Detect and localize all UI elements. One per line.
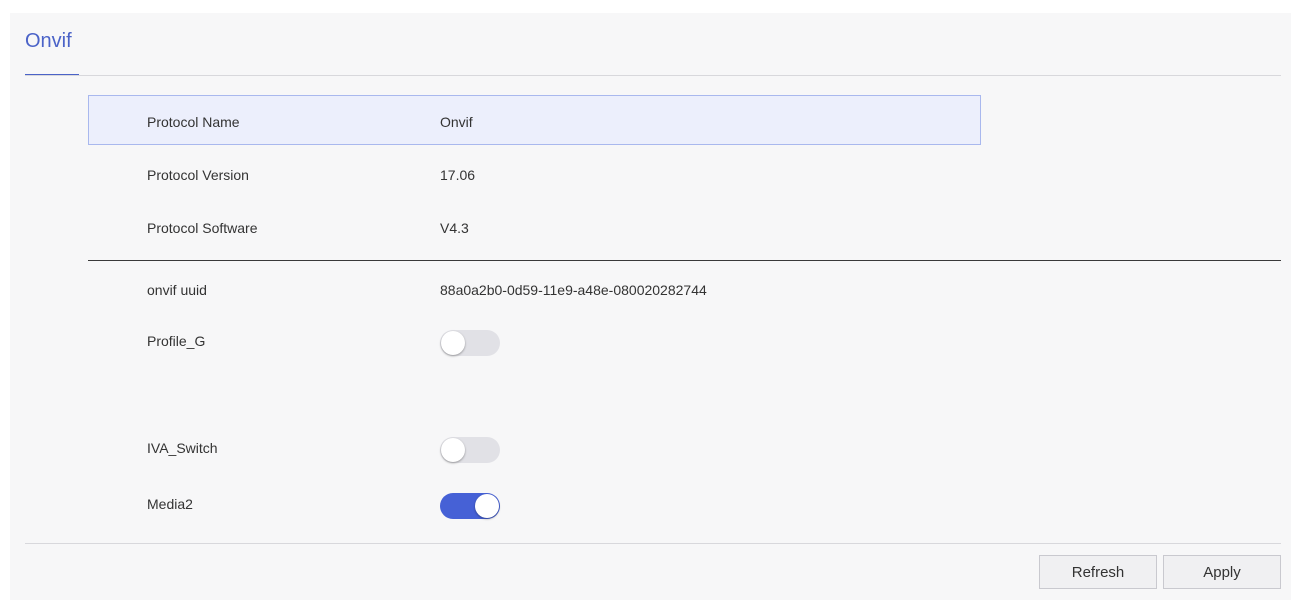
- protocol-name-value: Onvif: [440, 114, 473, 130]
- protocol-version-label: Protocol Version: [147, 167, 249, 183]
- iva-switch-toggle[interactable]: [440, 437, 500, 463]
- protocol-software-value: V4.3: [440, 220, 469, 236]
- protocol-version-value: 17.06: [440, 167, 476, 183]
- tab-onvif[interactable]: Onvif: [25, 30, 72, 53]
- footer-divider: [25, 543, 1281, 544]
- section-divider: [88, 260, 1281, 261]
- apply-button[interactable]: Apply: [1163, 555, 1281, 589]
- tab-divider: [25, 75, 1281, 76]
- protocol-software-label: Protocol Software: [147, 220, 258, 236]
- profile-g-label: Profile_G: [147, 333, 206, 349]
- iva-switch-label: IVA_Switch: [147, 440, 218, 456]
- toggle-knob: [475, 494, 499, 518]
- onvif-uuid-label: onvif uuid: [147, 282, 207, 298]
- toggle-knob: [441, 331, 465, 355]
- protocol-name-label: Protocol Name: [147, 114, 240, 130]
- onvif-uuid-value: 88a0a2b0-0d59-11e9-a48e-080020282744: [440, 282, 707, 298]
- profile-g-toggle[interactable]: [440, 330, 500, 356]
- toggle-knob: [441, 438, 465, 462]
- refresh-button[interactable]: Refresh: [1039, 555, 1157, 589]
- media2-toggle[interactable]: [440, 493, 500, 519]
- onvif-panel: Onvif Protocol Name Onvif Protocol Versi…: [10, 13, 1291, 600]
- media2-label: Media2: [147, 496, 193, 512]
